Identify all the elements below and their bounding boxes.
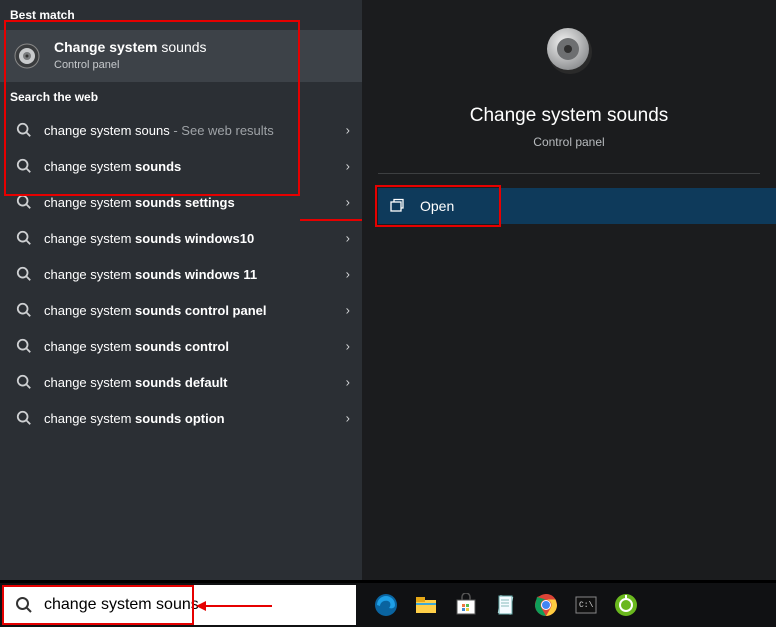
web-result-text: change system sounds settings bbox=[44, 195, 235, 210]
search-web-header: Search the web bbox=[0, 82, 362, 112]
best-match-item[interactable]: Change system sounds Control panel bbox=[0, 30, 362, 82]
search-icon bbox=[14, 595, 34, 615]
open-label: Open bbox=[420, 198, 454, 214]
search-icon bbox=[14, 408, 34, 428]
detail-panel: Change system sounds Control panel Open bbox=[362, 0, 776, 580]
web-result-item[interactable]: change system sounds windows 11 › bbox=[0, 256, 362, 292]
web-result-text: change system sounds windows 11 bbox=[44, 267, 257, 282]
chevron-right-icon: › bbox=[346, 303, 350, 318]
chevron-right-icon: › bbox=[346, 195, 350, 210]
search-icon bbox=[14, 372, 34, 392]
web-result-text: change system sounds option bbox=[44, 411, 225, 426]
web-result-text: change system sounds windows10 bbox=[44, 231, 254, 246]
web-result-text: change system sounds control panel bbox=[44, 303, 267, 318]
search-input[interactable] bbox=[44, 596, 334, 614]
web-result-text: change system sounds default bbox=[44, 375, 228, 390]
best-match-header: Best match bbox=[0, 0, 362, 30]
terminal-icon[interactable]: C:\ bbox=[572, 591, 600, 619]
web-result-text: change system sounds bbox=[44, 159, 181, 174]
web-result-item[interactable]: change system sounds windows10 › bbox=[0, 220, 362, 256]
green-app-icon[interactable] bbox=[612, 591, 640, 619]
web-result-item[interactable]: change system souns - See web results › bbox=[0, 112, 362, 148]
web-result-item[interactable]: change system sounds control › bbox=[0, 328, 362, 364]
svg-text:C:\: C:\ bbox=[579, 601, 594, 610]
chevron-right-icon: › bbox=[346, 231, 350, 246]
detail-title: Change system sounds bbox=[362, 105, 776, 127]
web-result-item[interactable]: change system sounds control panel › bbox=[0, 292, 362, 328]
web-result-text: change system souns - See web results bbox=[44, 123, 274, 138]
search-icon bbox=[14, 156, 34, 176]
taskbar: C:\ bbox=[362, 583, 640, 627]
notepad-icon[interactable] bbox=[492, 591, 520, 619]
chevron-right-icon: › bbox=[346, 411, 350, 426]
web-result-text: change system sounds control bbox=[44, 339, 229, 354]
chevron-right-icon: › bbox=[346, 159, 350, 174]
detail-subtitle: Control panel bbox=[362, 135, 776, 149]
speaker-large-icon bbox=[541, 65, 597, 82]
search-icon bbox=[14, 120, 34, 140]
chevron-right-icon: › bbox=[346, 123, 350, 138]
store-icon[interactable] bbox=[452, 591, 480, 619]
edge-icon[interactable] bbox=[372, 591, 400, 619]
search-results-panel: Best match Change system sounds Control … bbox=[0, 0, 362, 580]
open-button[interactable]: Open bbox=[378, 188, 776, 224]
search-icon bbox=[14, 264, 34, 284]
web-result-item[interactable]: change system sounds › bbox=[0, 148, 362, 184]
search-icon bbox=[14, 300, 34, 320]
best-match-text: Change system sounds Control panel bbox=[54, 39, 207, 72]
web-result-item[interactable]: change system sounds option › bbox=[0, 400, 362, 436]
web-result-item[interactable]: change system sounds default › bbox=[0, 364, 362, 400]
chevron-right-icon: › bbox=[346, 339, 350, 354]
search-box[interactable] bbox=[4, 585, 356, 625]
divider bbox=[378, 173, 760, 174]
speaker-icon bbox=[14, 43, 40, 69]
web-results-list: change system souns - See web results›ch… bbox=[0, 112, 362, 436]
search-icon bbox=[14, 336, 34, 356]
chrome-icon[interactable] bbox=[532, 591, 560, 619]
chevron-right-icon: › bbox=[346, 267, 350, 282]
web-result-item[interactable]: change system sounds settings › bbox=[0, 184, 362, 220]
search-icon bbox=[14, 228, 34, 248]
search-icon bbox=[14, 192, 34, 212]
file-explorer-icon[interactable] bbox=[412, 591, 440, 619]
open-icon bbox=[388, 197, 406, 215]
detail-header: Change system sounds Control panel bbox=[362, 0, 776, 149]
chevron-right-icon: › bbox=[346, 375, 350, 390]
